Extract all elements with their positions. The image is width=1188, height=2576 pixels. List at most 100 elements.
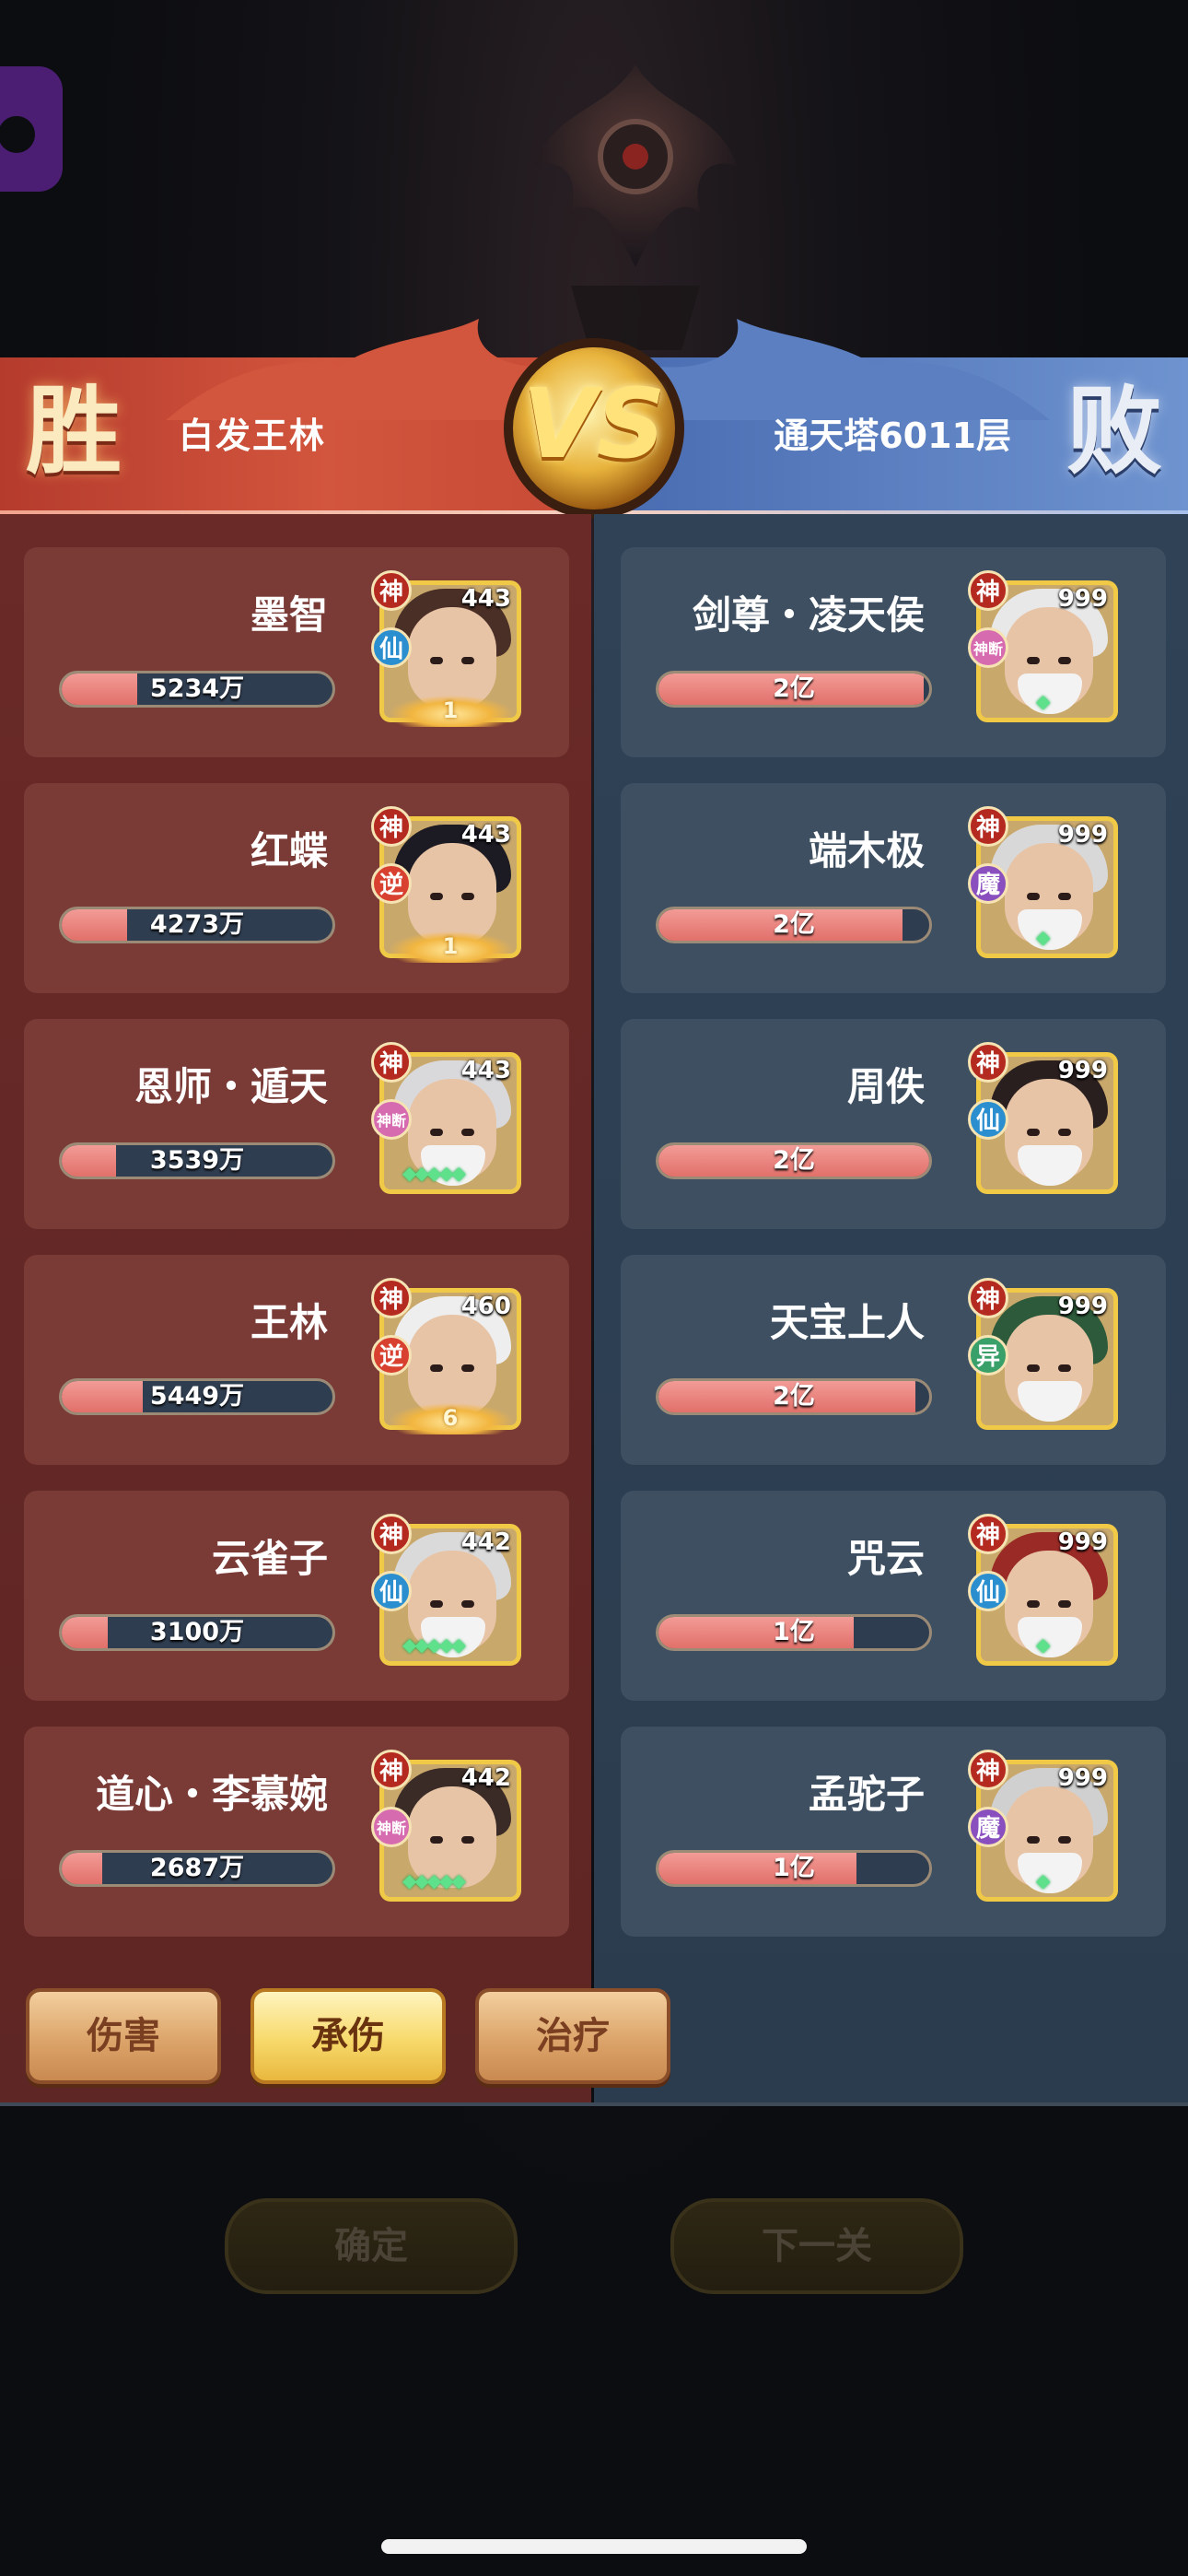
hero-face [408,607,496,708]
god-rank-badge: 神 [968,1750,1008,1790]
hero-eye [430,893,443,900]
hero-portrait[interactable]: 神逆 443 1 [371,806,521,963]
tab-damage-taken[interactable]: 承伤 [250,1988,446,2084]
hero-eye [461,657,474,664]
hero-eye [1058,1364,1071,1372]
hero-eye [1027,657,1040,664]
left-hero-card[interactable]: 云雀子 3100万 神仙 442 ◆◆◆◆◆ [24,1491,569,1701]
hero-name: 红蝶 [250,828,328,873]
right-hero-card[interactable]: 周佚 2亿 神仙 999 [621,1019,1166,1229]
tab-healing[interactable]: 治疗 [475,1988,670,2084]
hero-beard [1018,673,1082,714]
hero-name: 端木极 [808,828,925,873]
hero-beard [1018,909,1082,950]
gem-rank-icon: ◆ [1036,926,1050,948]
side-menu-tab[interactable] [0,66,63,192]
hero-face [408,1315,496,1416]
faction-badge: 逆 [371,1335,412,1376]
gem-rank-icon: ◆ [1036,690,1050,712]
damage-value: 2亿 [773,1382,815,1411]
hero-eye [1058,657,1071,664]
hero-eye [461,1364,474,1372]
damage-bar: 2亿 [656,1378,932,1415]
tab-damage[interactable]: 伤害 [26,1988,221,2084]
damage-value: 2亿 [773,674,815,703]
damage-bar: 3100万 [59,1614,335,1651]
left-hero-card[interactable]: 红蝶 4273万 神逆 443 1 [24,783,569,993]
right-hero-card[interactable]: 孟驼子 1亿 神魔 999 ◆ [621,1727,1166,1937]
faction-badge: 异 [968,1335,1008,1376]
lose-label: 败 [1066,374,1162,487]
faction-badge: 仙 [968,1571,1008,1611]
hero-portrait[interactable]: 神神断 442 ◆◆◆◆◆ [371,1750,521,1902]
hero-eye [461,1836,474,1844]
hero-level: 442 [460,1764,511,1792]
faction-badge: 魔 [968,863,1008,904]
damage-value: 5449万 [149,1382,245,1411]
hero-beard [1018,1381,1082,1422]
star-rank-icon: ◆◆◆◆◆ [402,1162,466,1184]
damage-bar: 3539万 [59,1142,335,1179]
damage-bar: 2687万 [59,1850,335,1887]
hero-level: 999 [1057,585,1108,613]
hero-portrait[interactable]: 神魔 999 ◆ [968,806,1118,958]
god-rank-badge: 神 [968,1278,1008,1318]
hero-level: 442 [460,1528,511,1556]
damage-bar: 4273万 [59,907,335,943]
hero-portrait[interactable]: 神仙 999 ◆ [968,1514,1118,1666]
hero-eye [1027,1364,1040,1372]
right-hero-card[interactable]: 端木极 2亿 神魔 999 ◆ [621,783,1166,993]
right-hero-card[interactable]: 咒云 1亿 神仙 999 ◆ [621,1491,1166,1701]
hero-portrait[interactable]: 神异 999 [968,1278,1118,1430]
right-hero-card[interactable]: 天宝上人 2亿 神异 999 [621,1255,1166,1465]
hero-level: 999 [1057,1528,1108,1556]
hero-level: 999 [1057,821,1108,849]
hero-level: 460 [460,1293,511,1320]
vs-label: VS [522,368,666,480]
next-level-button[interactable]: 下一关 [670,2198,963,2294]
hero-beard [1018,1617,1082,1657]
hero-beard [1018,1853,1082,1893]
star-rank-icon: ◆◆◆◆◆ [402,1869,466,1891]
god-rank-badge: 神 [968,806,1008,847]
hero-level: 443 [460,1057,511,1084]
damage-bar: 1亿 [656,1614,932,1651]
faction-badge: 仙 [968,1099,1008,1140]
damage-bar: 5234万 [59,671,335,708]
hero-portrait[interactable]: 神神断 999 ◆ [968,570,1118,722]
left-hero-card[interactable]: 墨智 5234万 神仙 443 1 [24,547,569,757]
hero-portrait[interactable]: 神逆 460 6 [371,1278,521,1434]
god-rank-badge: 神 [968,570,1008,611]
gem-rank-icon: ◆ [1036,1633,1050,1656]
confirm-button[interactable]: 确定 [225,2198,518,2294]
hero-level: 443 [460,585,511,613]
hero-level: 999 [1057,1057,1108,1084]
hero-eye [461,1600,474,1608]
hero-eye [1027,1836,1040,1844]
hero-portrait[interactable]: 神仙 442 ◆◆◆◆◆ [371,1514,521,1666]
left-hero-card[interactable]: 恩师・遁天 3539万 神神断 443 ◆◆◆◆◆ [24,1019,569,1229]
right-hero-card[interactable]: 剑尊・凌天侯 2亿 神神断 999 ◆ [621,547,1166,757]
faction-badge: 神断 [968,627,1008,668]
damage-value: 3539万 [149,1146,245,1175]
hero-name: 恩师・遁天 [134,1064,328,1109]
left-hero-card[interactable]: 王林 5449万 神逆 460 6 [24,1255,569,1465]
hero-portrait[interactable]: 神神断 443 ◆◆◆◆◆ [371,1042,521,1194]
damage-bar: 5449万 [59,1378,335,1415]
hero-eye [1027,1129,1040,1136]
vs-emblem: VS [499,334,689,523]
damage-bar: 2亿 [656,907,932,943]
damage-value: 2亿 [773,1146,815,1175]
hero-portrait[interactable]: 神仙 443 1 [371,570,521,727]
god-rank-badge: 神 [371,1750,412,1790]
awaken-level: 1 [442,933,459,959]
hero-name: 墨智 [250,592,328,638]
hero-face [408,843,496,944]
left-hero-card[interactable]: 道心・李慕婉 2687万 神神断 442 ◆◆◆◆◆ [24,1727,569,1937]
hero-portrait[interactable]: 神魔 999 ◆ [968,1750,1118,1902]
faction-badge: 神断 [371,1099,412,1140]
damage-bar: 2亿 [656,1142,932,1179]
hero-portrait[interactable]: 神仙 999 [968,1042,1118,1194]
hero-level: 999 [1057,1293,1108,1320]
home-indicator[interactable] [381,2539,807,2554]
